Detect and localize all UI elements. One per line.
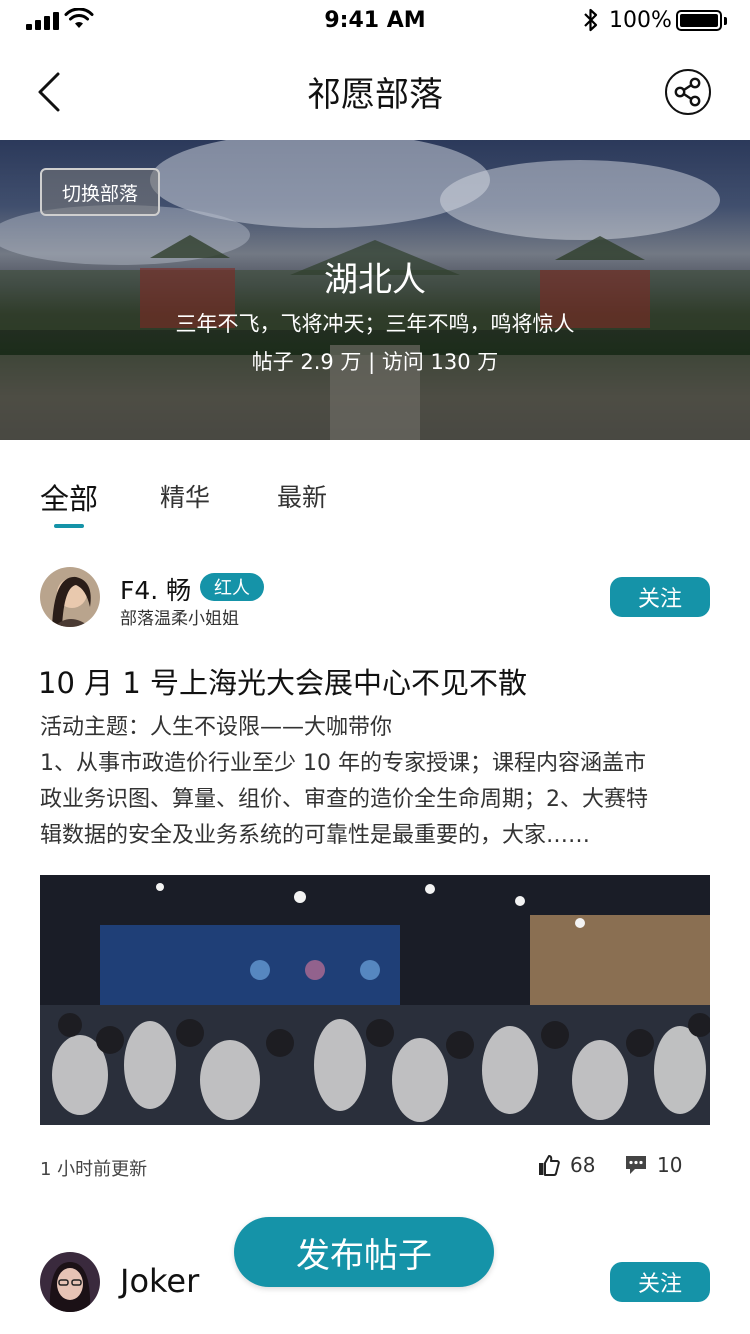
- like-button[interactable]: 68: [538, 1152, 595, 1178]
- post-body-line: 活动主题：人生不设限——大咖带你: [40, 715, 393, 740]
- switch-tribe-button[interactable]: 切换部落: [40, 168, 160, 216]
- post-body-line: 1、从事市政造价行业至少 10 年的专家授课；课程内容涵盖市: [40, 751, 646, 776]
- author-name[interactable]: Joker: [120, 1262, 199, 1300]
- post-image[interactable]: [40, 875, 710, 1125]
- page-title: 祁愿部落: [307, 75, 443, 115]
- thumbs-up-icon: [539, 1155, 560, 1176]
- avatar[interactable]: [40, 1252, 100, 1312]
- post-body[interactable]: 活动主题：人生不设限——大咖带你 1、从事市政造价行业至少 10 年的专家授课；…: [40, 710, 712, 854]
- author-name[interactable]: F4. 畅: [120, 571, 191, 607]
- tribe-banner: 切换部落 湖北人 三年不飞，飞将冲天；三年不鸣，鸣将惊人 帖子 2.9 万 | …: [0, 140, 750, 440]
- comment-count: 10: [657, 1153, 683, 1177]
- author-subtitle: 部落温柔小姐姐: [120, 609, 239, 629]
- tribe-name: 湖北人: [324, 260, 426, 300]
- author-badge: 红人: [200, 573, 264, 601]
- avatar[interactable]: [40, 567, 100, 627]
- share-icon: [674, 77, 701, 107]
- like-count: 68: [570, 1153, 596, 1177]
- battery-icon: [676, 10, 722, 31]
- bluetooth-icon: [584, 8, 598, 32]
- follow-button[interactable]: 关注: [610, 1262, 710, 1302]
- follow-button[interactable]: 关注: [610, 577, 710, 617]
- status-bar: 9:41 AM 100%: [0, 0, 750, 40]
- post-body-line: 辑数据的安全及业务系统的可靠性是最重要的，大家……: [40, 823, 591, 848]
- tab-all[interactable]: 全部: [40, 476, 98, 518]
- tab-latest[interactable]: 最新: [277, 478, 327, 514]
- comment-button[interactable]: 10: [625, 1152, 682, 1178]
- publish-post-button[interactable]: 发布帖子: [234, 1217, 494, 1287]
- tab-featured[interactable]: 精华: [160, 478, 210, 514]
- post-updated-time: 1 小时前更新: [40, 1159, 148, 1180]
- post-body-line: 政业务识图、算量、组价、审查的造价全生命周期；2、大赛特: [40, 787, 648, 812]
- tribe-motto: 三年不飞，飞将冲天；三年不鸣，鸣将惊人: [175, 312, 575, 336]
- nav-bar: 祁愿部落: [0, 40, 750, 140]
- active-tab-indicator: [54, 524, 84, 528]
- tab-bar: 全部 精华 最新: [0, 440, 750, 540]
- battery-percentage: 100%: [609, 8, 672, 33]
- post-title[interactable]: 10 月 1 号上海光大会展中心不见不散: [38, 660, 527, 702]
- comment-icon: [626, 1156, 646, 1174]
- share-button[interactable]: [665, 69, 711, 115]
- tribe-stats: 帖子 2.9 万 | 访问 130 万: [251, 350, 499, 374]
